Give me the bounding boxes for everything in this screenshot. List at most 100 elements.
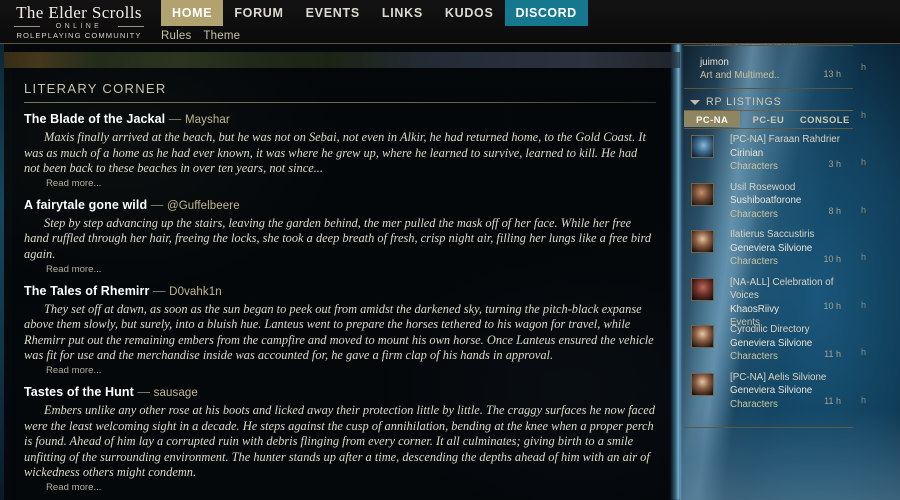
primary-navigation: HOME FORUM EVENTS LINKS KUDOS DISCORD [161,0,588,26]
literary-corner-title: LITERARY CORNER [24,81,167,96]
post-dash: — [149,283,170,298]
rp-tab-pc-eu[interactable]: PC-EU [740,111,796,127]
site-header: The Elder Scrolls ONLINE ROLEPLAYING COM… [0,0,900,44]
rp-listings-header[interactable]: RP LISTINGS [684,96,853,108]
logo-online: ONLINE [4,22,154,31]
read-more-link[interactable]: Read more... [46,178,656,189]
rp-listing-title[interactable]: [PC-NA] Faraan Rahdrier [730,133,861,147]
juimon-name: juimon [700,57,729,68]
sidebar-item-juimon[interactable]: juimon Art and Multimed.. 13 h [684,56,861,82]
overflow-timestamp-marker: h [861,204,867,215]
overflow-timestamp-marker: h [861,394,867,405]
rp-listing-row[interactable]: Usil Rosewood Sushiboatforone Characters 8 … [684,181,861,229]
post-excerpt: They set off at dawn, as soon as the sun… [24,301,654,363]
rp-listing-row[interactable]: [PC-NA] Faraan Rahdrier Cirinian Character… [684,133,861,181]
rp-listing-category[interactable]: Characters [730,208,861,222]
rp-listing-timestamp: 8 h [828,206,841,216]
avatar [691,325,714,348]
rp-listing-row[interactable]: [PC-NA] Aelis Silvione Geneviera Silvione… [684,371,861,419]
rp-listings-tabs-rule [684,128,853,129]
rp-listing-timestamp: 3 h [828,158,841,169]
juimon-timestamp: 13 h [823,69,841,79]
post-excerpt: Embers unlike any other rose at his boot… [24,402,655,480]
rp-tab-pc-na[interactable]: PC-NA [684,111,741,127]
rp-listing-category[interactable]: Characters [730,398,861,412]
post-heading: The Tales of Rhemirr — D0vahk1n [24,284,656,300]
post-title[interactable]: A fairytale gone wild [24,198,147,212]
rp-listing-category[interactable]: Characters [730,350,861,364]
literary-post: The Blade of the Jackal — Mayshar Maxis f… [24,112,656,189]
rp-listing-user[interactable]: Cirinian [730,147,861,161]
chevron-down-icon[interactable] [690,99,700,105]
literary-corner-rule [24,102,656,103]
post-author[interactable]: Mayshar [185,114,230,126]
avatar [691,182,714,206]
rp-listing-title[interactable]: [NA-ALL] Celebration of Voices [730,276,861,303]
literary-post-list: The Blade of the Jackal — Mayshar Maxis f… [4,112,676,493]
rp-listing-row[interactable]: Cyrodilic Directory Geneviera Silvione Cha… [684,323,861,371]
sidebar-overflow-timestamps: h h h h h h h h [861,44,881,430]
read-more-link[interactable]: Read more... [46,365,656,376]
nav-item-links[interactable]: LINKS [371,0,434,26]
rp-listing-title[interactable]: Cyrodilic Directory [730,323,861,337]
read-more-link[interactable]: Read more... [46,482,656,493]
logo-subtitle: ROLEPLAYING COMMUNITY [16,31,142,40]
nav-item-home[interactable]: HOME [161,0,224,26]
main-content: LITERARY CORNER The Blade of the Jackal … [4,70,676,500]
rp-listing-title[interactable]: [PC-NA] Aelis Silvione [730,371,861,385]
page-root: The Elder Scrolls ONLINE ROLEPLAYING COM… [0,0,900,500]
header-divider [0,43,900,44]
literary-post: A fairytale gone wild — @Guffelbeere Step… [24,198,656,275]
nav-item-forum[interactable]: FORUM [223,0,294,26]
rp-listing-user[interactable]: Geneviera Silvione [730,242,861,256]
post-excerpt: Step by step advancing up the stairs, le… [24,215,652,261]
overflow-timestamp-marker: h [861,252,867,262]
rp-listing-timestamp: 10 h [823,253,841,264]
literary-post: The Tales of Rhemirr — D0vahk1n They set … [24,284,656,376]
logo-title: The Elder Scrolls [16,3,142,22]
post-heading: The Blade of the Jackal — Mayshar [24,112,656,128]
nav-item-discord[interactable]: DISCORD [504,0,588,26]
post-author[interactable]: sausage [154,387,198,399]
post-author[interactable]: D0vahk1n [169,286,222,298]
rp-listing-timestamp: 11 h [824,396,841,406]
rp-listing-row[interactable]: [NA-ALL] Celebration of Voices KhaosRiivy… [684,276,861,328]
post-title[interactable]: Tastes of the Hunt [24,385,134,399]
overflow-timestamp-marker: h [861,347,867,357]
nav-item-kudos[interactable]: KUDOS [434,0,505,26]
post-dash: — [147,197,167,212]
post-heading: A fairytale gone wild — @Guffelbeere [24,198,656,214]
decorative-banner-strip [4,52,680,68]
post-title[interactable]: The Tales of Rhemirr [24,284,149,298]
rp-listing-user[interactable]: Geneviera Silvione [730,337,861,351]
overflow-timestamp-marker: h [861,299,867,310]
subnav-item-theme[interactable]: Theme [203,30,240,42]
overflow-timestamp-marker: h [861,109,867,120]
nav-item-events[interactable]: EVENTS [295,0,371,26]
rp-listing-category[interactable]: Characters [730,160,861,174]
rp-listings-tabs: PC-NA PC-EU CONSOLE [684,111,853,127]
rp-listings-label: RP LISTINGS [706,96,782,108]
site-logo[interactable]: The Elder Scrolls ONLINE ROLEPLAYING COM… [4,3,154,43]
literary-post: Tastes of the Hunt — sausage Embers unlik… [24,385,656,493]
avatar [691,230,714,253]
rp-listing-user[interactable]: KhaosRiivy [730,303,861,317]
post-dash: — [165,112,185,126]
read-more-link[interactable]: Read more... [46,264,656,275]
secondary-navigation: Rules Theme [161,27,240,44]
rp-listing-title[interactable]: Usil Rosewood [730,181,861,195]
overflow-timestamp-marker: h [861,157,867,167]
post-author[interactable]: @Guffelbeere [167,200,240,212]
post-heading: Tastes of the Hunt — sausage [24,385,656,401]
avatar [691,372,714,396]
rp-listing-user[interactable]: Sushiboatforone [730,194,861,208]
rp-tab-console[interactable]: CONSOLE [797,111,853,127]
sidebar-divider-top [684,45,853,46]
rp-listing-title[interactable]: Ilatierus Saccustiris [730,228,861,242]
rp-listing-user[interactable]: Geneviera Silvione [730,384,861,398]
rp-listing-timestamp: 10 h [823,301,841,311]
post-title[interactable]: The Blade of the Jackal [24,112,165,126]
rp-listing-row[interactable]: Ilatierus Saccustiris Geneviera Silvione C… [684,228,861,276]
subnav-item-rules[interactable]: Rules [161,30,191,42]
rp-listing-category[interactable]: Characters [730,255,861,269]
